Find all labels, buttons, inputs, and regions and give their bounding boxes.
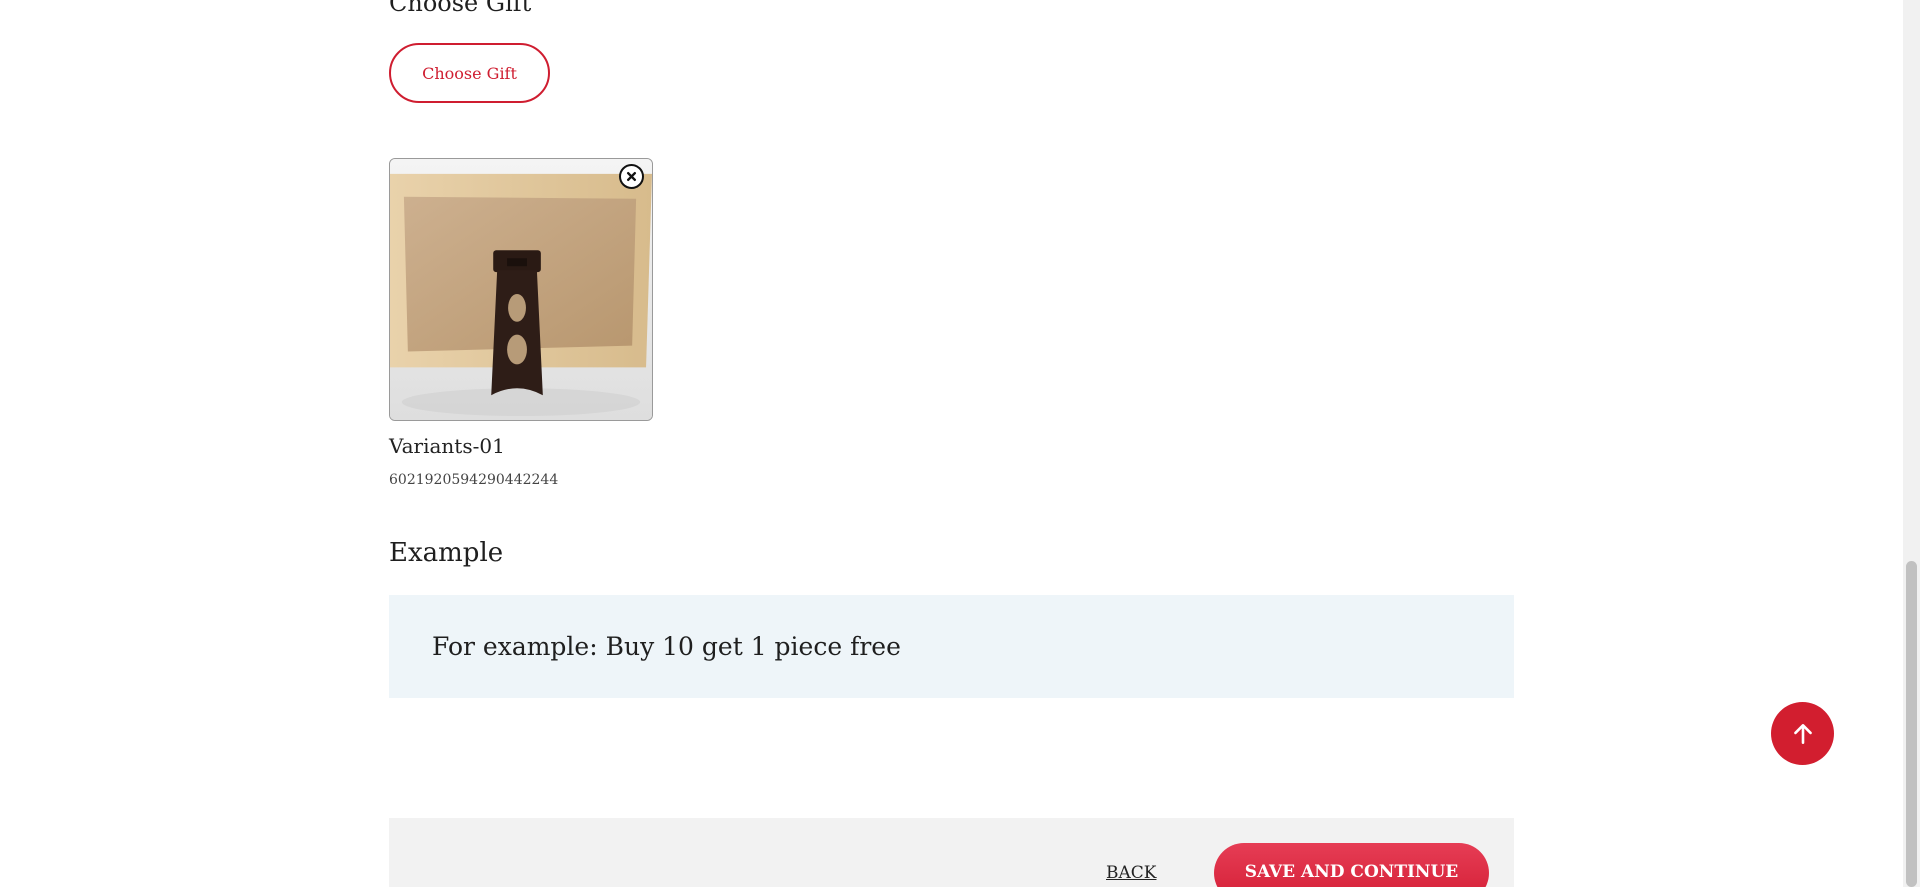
back-link[interactable]: BACK [1106,862,1156,884]
example-heading: Example [389,538,504,568]
gift-image [390,159,652,420]
example-box: For example: Buy 10 get 1 piece free [389,595,1514,698]
remove-gift-button[interactable] [619,164,644,189]
gift-image-card[interactable] [389,158,653,421]
choose-gift-button[interactable]: Choose Gift [389,43,550,103]
example-text: For example: Buy 10 get 1 piece free [432,632,901,661]
arrow-up-icon [1793,723,1812,744]
close-icon [626,171,637,182]
gift-id: 6021920594290442244 [389,472,559,488]
save-and-continue-button[interactable]: SAVE AND CONTINUE [1214,843,1489,887]
gift-name: Variants-01 [389,434,505,458]
scroll-to-top-button[interactable] [1771,702,1834,765]
choose-gift-heading: Choose Gift [389,0,532,17]
scrollbar-thumb[interactable] [1906,561,1917,887]
page: Choose Gift Choose Gift Variants-01 6021… [0,0,1920,887]
